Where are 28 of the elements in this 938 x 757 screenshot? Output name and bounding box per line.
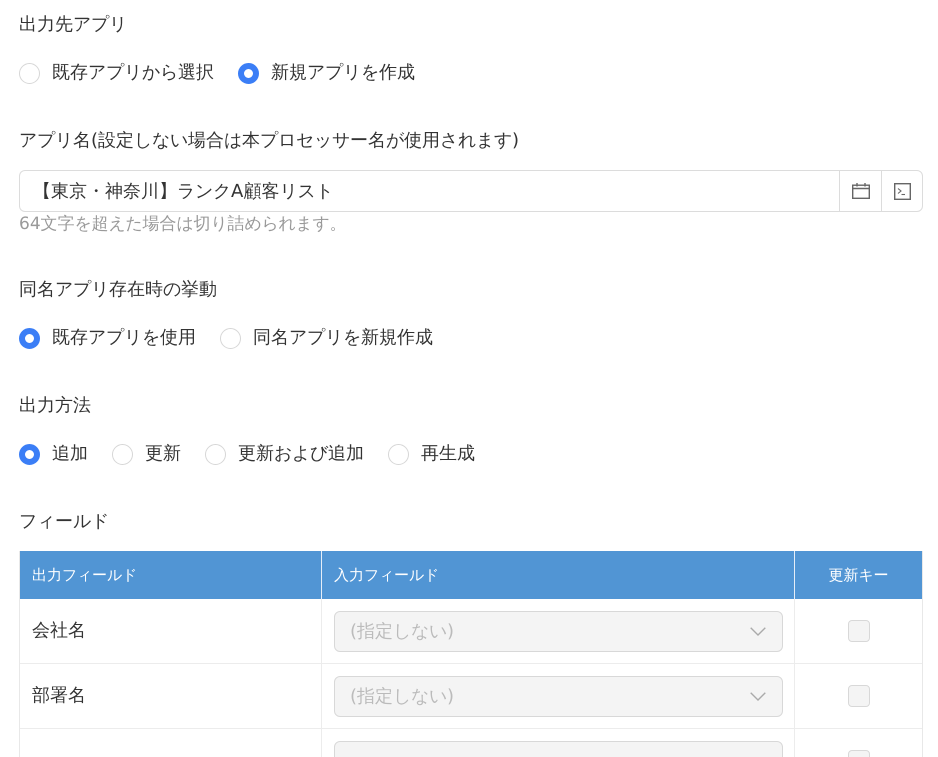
chevron-down-icon [750,626,766,636]
column-header: 出力フィールド [20,551,322,599]
section-label: フィールド [19,510,109,534]
radio-option[interactable]: 更新および追加 [205,442,364,466]
update-key-checkbox[interactable] [848,620,870,642]
radio-option[interactable]: 同名アプリを新規作成 [220,326,433,350]
section-label: 出力方法 [19,394,91,418]
chevron-down-icon [750,692,766,700]
output-field-name: 会社名 [32,619,86,643]
hint-text: 64文字を超えた場合は切り詰められます。 [19,213,347,235]
radio-option[interactable]: 既存アプリから選択 [19,61,214,85]
radio-option[interactable]: 既存アプリを使用 [19,326,196,350]
section-label: 出力先アプリ [19,13,127,37]
calendar-icon [852,183,870,199]
section-label: 同名アプリ存在時の挙動 [19,278,217,302]
calendar-button[interactable] [839,170,881,212]
column-header: 更新キー [795,551,922,599]
output-field-name: 部署名 [32,684,86,708]
radio-option[interactable]: 再生成 [388,442,475,466]
column-header: 入力フィールド [322,551,795,599]
update-key-checkbox[interactable] [848,685,870,707]
radio-option[interactable]: 更新 [112,442,181,466]
section-label: アプリ名(設定しない場合は本プロセッサー名が使用されます) [19,129,520,153]
terminal-icon [894,182,910,200]
app-name-input[interactable]: 【東京・神奈川】ランクA顧客リスト [19,170,839,212]
terminal-button[interactable] [881,170,923,212]
radio-option[interactable]: 追加 [19,442,88,466]
radio-option[interactable]: 新規アプリを作成 [238,61,415,85]
